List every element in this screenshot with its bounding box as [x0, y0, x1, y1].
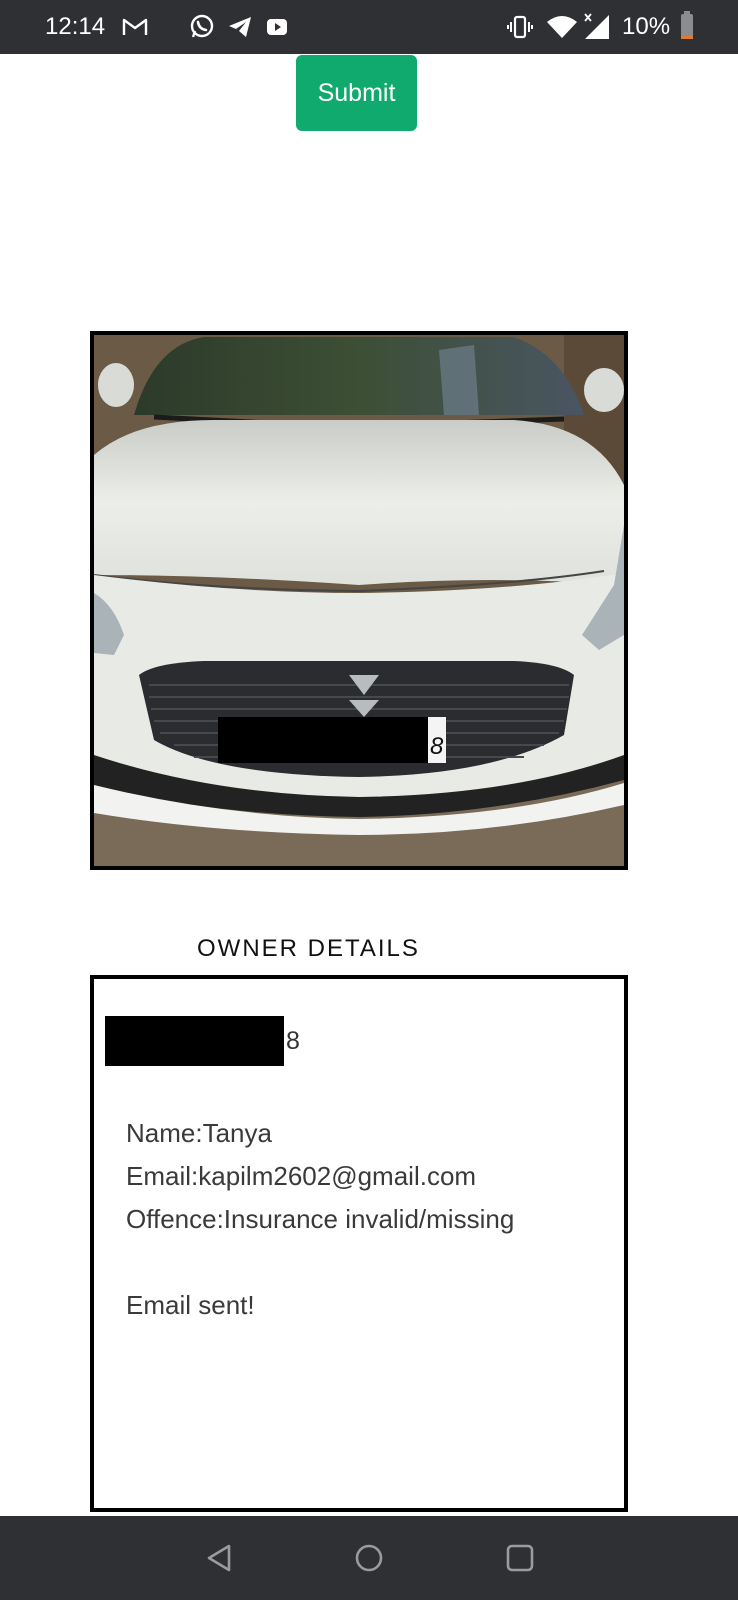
plate-redaction — [218, 717, 428, 763]
offence: Offence:Insurance invalid/missing — [126, 1204, 515, 1234]
owner-email: Email:kapilm2602@gmail.com — [126, 1161, 477, 1191]
owner-details-card: 8 Name:Tanya Email:kapilm2602@gmail.com … — [90, 975, 628, 1512]
battery-icon — [681, 11, 693, 39]
home-icon[interactable] — [351, 1540, 387, 1576]
wifi-icon — [545, 12, 579, 42]
back-icon[interactable] — [201, 1540, 237, 1576]
plate-suffix: 8 — [430, 733, 444, 760]
owner-name: Name:Tanya — [126, 1118, 272, 1148]
submit-button[interactable]: Submit — [296, 55, 417, 131]
plate-redaction — [105, 1016, 284, 1066]
battery-level — [681, 36, 693, 39]
youtube-icon — [264, 12, 290, 42]
owner-details-title: OWNER DETAILS — [197, 935, 420, 962]
battery-percent: 10% — [622, 13, 671, 40]
recents-icon[interactable] — [502, 1540, 538, 1576]
car-photo: 8 — [90, 331, 628, 870]
clock: 12:14 — [45, 13, 106, 40]
vibrate-icon — [506, 12, 534, 42]
status-bar: 12:14 10% — [0, 0, 738, 54]
navigation-bar — [0, 1516, 738, 1600]
telegram-icon — [226, 12, 254, 42]
plate-number: 8 — [105, 1016, 300, 1066]
cell-signal-icon — [582, 12, 612, 42]
email-status: Email sent! — [126, 1290, 255, 1320]
whatsapp-icon — [188, 12, 216, 42]
plate-number-suffix: 8 — [286, 1026, 300, 1055]
gmail-icon — [121, 12, 149, 42]
